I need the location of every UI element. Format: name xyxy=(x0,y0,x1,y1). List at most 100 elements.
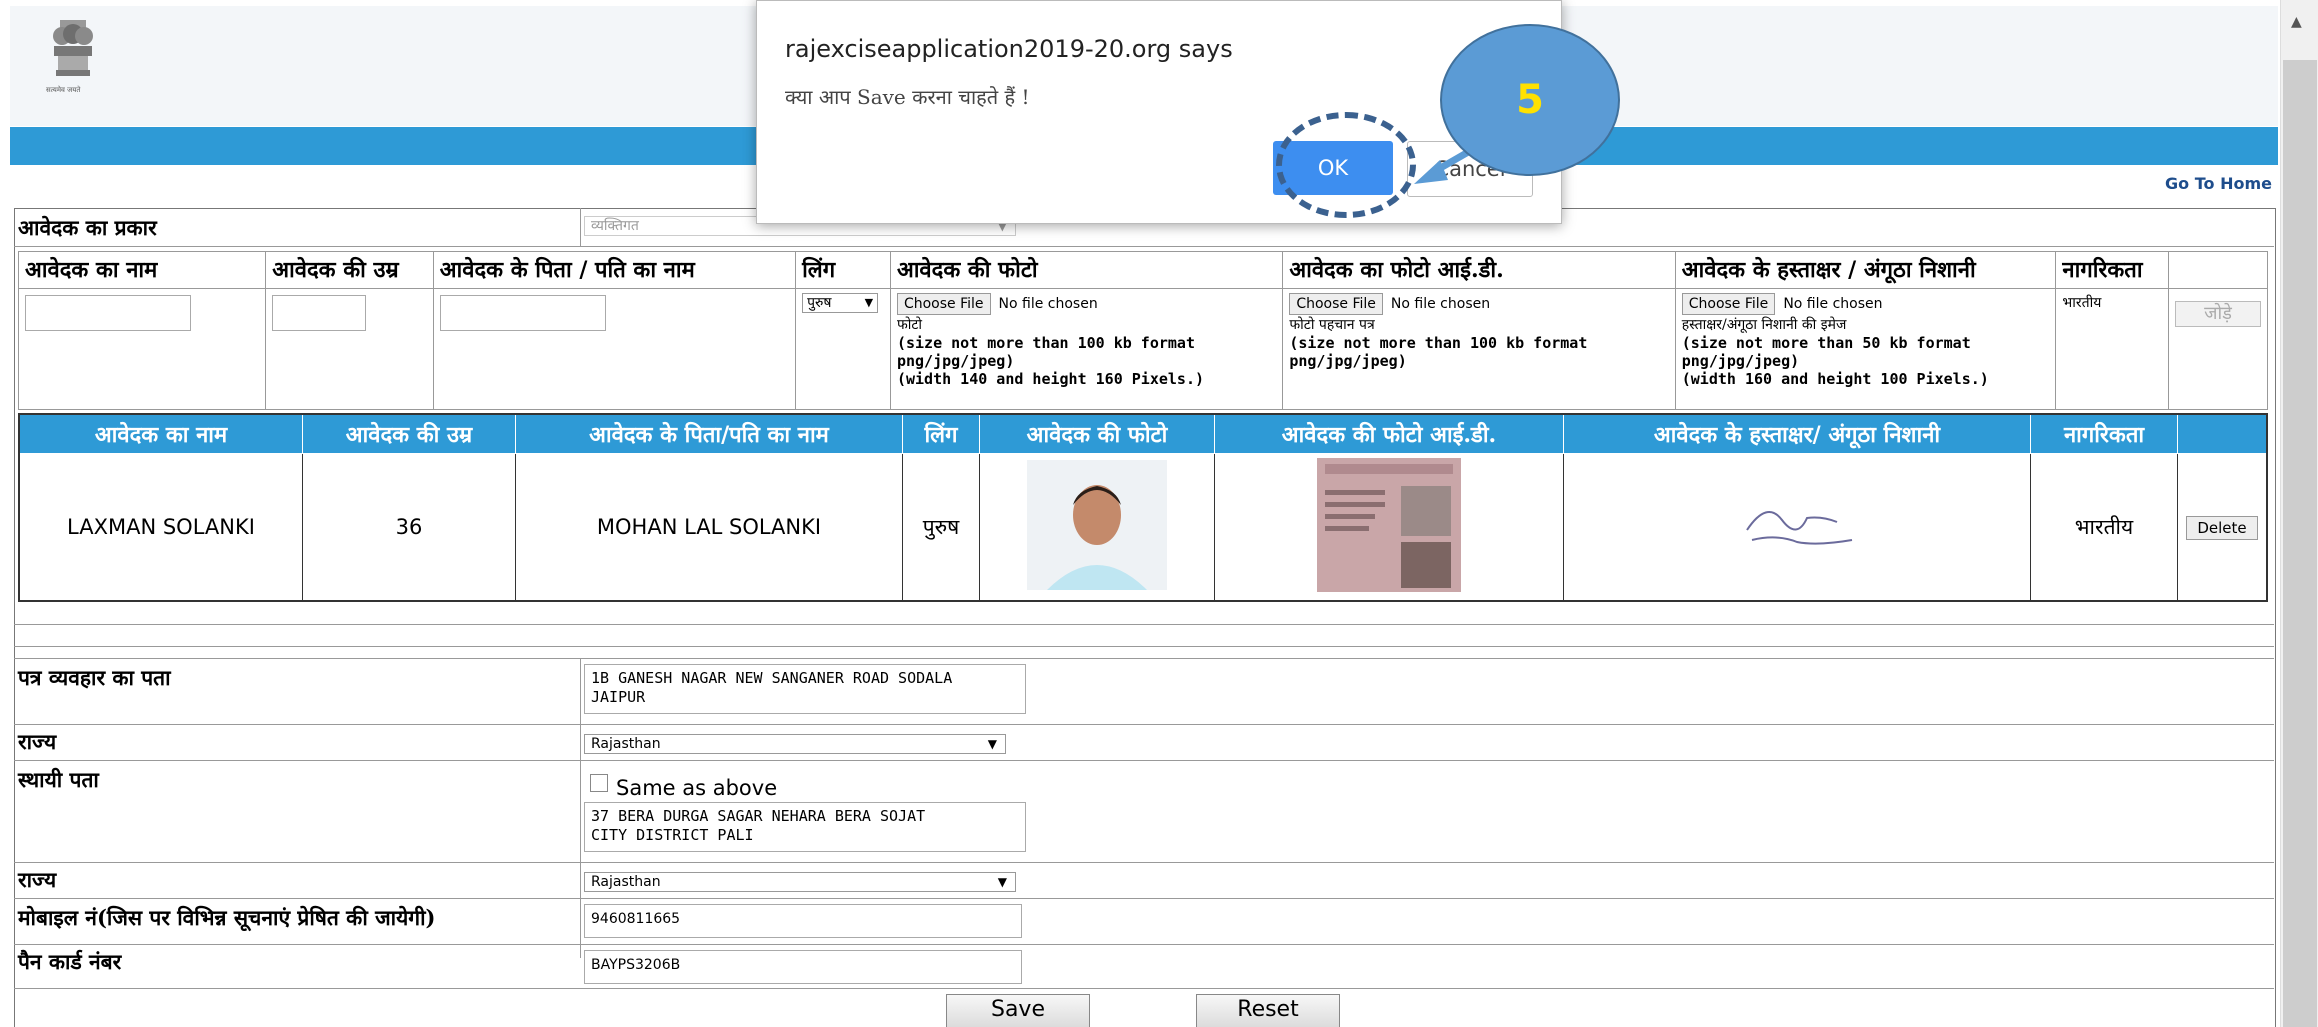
scrollbar-thumb[interactable] xyxy=(2283,60,2317,1027)
table-row: LAXMAN SOLANKI 36 MOHAN LAL SOLANKI पुरु… xyxy=(18,453,2268,602)
corr-address-label: पत्र व्यवहार का पता xyxy=(18,665,171,690)
go-to-home-link[interactable]: Go To Home xyxy=(2165,174,2272,193)
state2-row xyxy=(14,862,2274,899)
add-button[interactable]: जोड़े xyxy=(2175,301,2261,327)
chevron-down-icon: ▼ xyxy=(997,875,1007,889)
th-age: आवेदक की उम्र xyxy=(302,413,516,454)
signature-choose-file-button[interactable]: Choose File xyxy=(1681,293,1776,315)
photo-id-card-image xyxy=(1317,457,1461,592)
perm-address-textarea[interactable]: 37 BERA DURGA SAGAR NEHARA BERA SOJAT CI… xyxy=(584,802,1026,852)
state2-select[interactable]: Rajasthan ▼ xyxy=(584,872,1016,892)
signature-note: (size not more than 50 kb format png/jpg… xyxy=(1681,334,1989,388)
col-father: आवेदक के पिता / पति का नाम xyxy=(432,251,797,289)
spacer-row xyxy=(14,602,2274,625)
th-photo: आवेदक की फोटो xyxy=(979,413,1215,454)
father-cell xyxy=(432,288,797,410)
state-select[interactable]: Rajasthan ▼ xyxy=(584,734,1006,754)
th-citizenship: नागरिकता xyxy=(2030,413,2178,454)
add-cell: जोड़े xyxy=(2168,288,2268,410)
applicants-header-row: आवेदक का नाम आवेदक की उम्र आवेदक के पिता… xyxy=(18,413,2268,454)
signature-image xyxy=(1746,510,1853,545)
gender-value: पुरुष xyxy=(807,295,832,311)
delete-button[interactable]: Delete xyxy=(2186,516,2258,540)
state-label: राज्य xyxy=(18,729,57,754)
col-citizenship: नागरिकता xyxy=(2055,251,2169,289)
row-citizenship: भारतीय xyxy=(2030,453,2178,602)
th-action xyxy=(2177,413,2268,454)
scroll-up-icon[interactable]: ▲ xyxy=(2291,14,2302,30)
mobile-input[interactable]: 9460811665 xyxy=(584,904,1022,938)
citizenship-value: भारतीय xyxy=(2062,295,2102,311)
row-name: LAXMAN SOLANKI xyxy=(18,453,303,602)
chevron-down-icon: ▼ xyxy=(864,296,874,309)
th-father: आवेदक के पिता/पति का नाम xyxy=(515,413,903,454)
photo-id-choose-file-button[interactable]: Choose File xyxy=(1289,293,1383,315)
row-photo-cell xyxy=(979,453,1215,602)
photo-note: (size not more than 100 kb format png/jp… xyxy=(896,334,1204,388)
applicant-type-label: आवेदक का प्रकार xyxy=(18,215,157,240)
mobile-label: मोबाइल नं(जिस पर विभिन्न सूचनाएं प्रेषित… xyxy=(18,905,436,930)
perm-address-row xyxy=(14,760,2274,863)
applicant-name-input[interactable] xyxy=(25,295,191,331)
photo-file-status: No file chosen xyxy=(998,296,1098,312)
dialog-title: rajexciseapplication2019-20.org says xyxy=(785,35,1233,63)
perm-address-label: स्थायी पता xyxy=(18,767,99,792)
col-photo-id: आवेदक का फोटो आई.डी. xyxy=(1282,251,1676,289)
same-as-above-checkbox[interactable] xyxy=(590,774,608,792)
emblem-caption: सत्यमेव जयते xyxy=(46,86,81,94)
applicants-table: आवेदक का नाम आवेदक की उम्र आवेदक के पिता… xyxy=(18,413,2268,602)
corr-address-textarea[interactable]: 1B GANESH NAGAR NEW SANGANER ROAD SODALA… xyxy=(584,664,1026,714)
name-cell xyxy=(17,288,267,410)
photo-choose-file-button[interactable]: Choose File xyxy=(896,293,991,315)
pan-row xyxy=(14,944,2274,989)
row-action-cell: Delete xyxy=(2177,453,2268,602)
pan-label: पैन कार्ड नंबर xyxy=(18,949,122,974)
col-action xyxy=(2168,251,2268,289)
th-gender: लिंग xyxy=(902,413,980,454)
th-name: आवेदक का नाम xyxy=(18,413,303,454)
photo-cell: Choose File No file chosen फोटो (size not… xyxy=(889,288,1284,410)
row-signature-cell xyxy=(1563,453,2031,602)
state-row xyxy=(14,724,2274,761)
signature-file-status: No file chosen xyxy=(1783,296,1883,312)
applicant-photo xyxy=(1027,459,1167,590)
applicant-type-value: व्यक्तिगत xyxy=(591,218,639,234)
father-name-input[interactable] xyxy=(439,295,606,331)
divider xyxy=(580,208,581,246)
photo-id-note: (size not more than 100 kb format png/jp… xyxy=(1289,334,1588,370)
col-age: आवेदक की उम्र xyxy=(265,251,434,289)
same-as-above-label: Same as above xyxy=(616,776,778,800)
save-button[interactable]: Save xyxy=(946,994,1090,1027)
photo-id-cell: Choose File No file chosen फोटो पहचान पत्… xyxy=(1282,288,1676,410)
spacer-row xyxy=(14,624,2274,647)
th-signature: आवेदक के हस्ताक्षर/ अंगूठा निशानी xyxy=(1563,413,2031,454)
row-gender: पुरुष xyxy=(902,453,980,602)
vertical-scrollbar[interactable]: ▲ xyxy=(2280,0,2318,1027)
reset-button[interactable]: Reset xyxy=(1196,994,1340,1027)
dialog-message: क्या आप Save करना चाहते हैं ! xyxy=(785,85,1030,109)
age-cell xyxy=(265,288,434,410)
col-gender: लिंग xyxy=(795,251,891,289)
photo-id-file-status: No file chosen xyxy=(1390,296,1491,312)
gender-select[interactable]: पुरुष ▼ xyxy=(802,293,879,313)
citizenship-cell: भारतीय xyxy=(2055,288,2169,410)
col-photo: आवेदक की फोटो xyxy=(889,251,1284,289)
gender-cell: पुरुष ▼ xyxy=(795,288,891,410)
row-age: 36 xyxy=(302,453,516,602)
photo-id-note-heading: फोटो पहचान पत्र xyxy=(1289,317,1375,333)
col-signature: आवेदक के हस्ताक्षर / अंगूठा निशानी xyxy=(1674,251,2057,289)
state2-label: राज्य xyxy=(18,867,57,892)
highlight-ring xyxy=(1276,112,1416,218)
pan-input[interactable]: BAYPS3206B xyxy=(584,950,1022,984)
photo-note-heading: फोटो xyxy=(896,317,923,333)
corr-address-row xyxy=(14,658,2274,725)
applicant-age-input[interactable] xyxy=(272,295,367,331)
row-photo-id-cell xyxy=(1214,453,1564,602)
row-father: MOHAN LAL SOLANKI xyxy=(515,453,903,602)
col-name: आवेदक का नाम xyxy=(17,251,267,289)
signature-cell: Choose File No file chosen हस्ताक्षर/अंगू… xyxy=(1674,288,2057,410)
state-value: Rajasthan xyxy=(591,736,661,752)
step-callout: 5 xyxy=(1440,24,1620,176)
th-photo-id: आवेदक की फोटो आई.डी. xyxy=(1214,413,1564,454)
applicant-entry-table: आवेदक का नाम आवेदक की उम्र आवेदक के पिता… xyxy=(17,251,2268,410)
